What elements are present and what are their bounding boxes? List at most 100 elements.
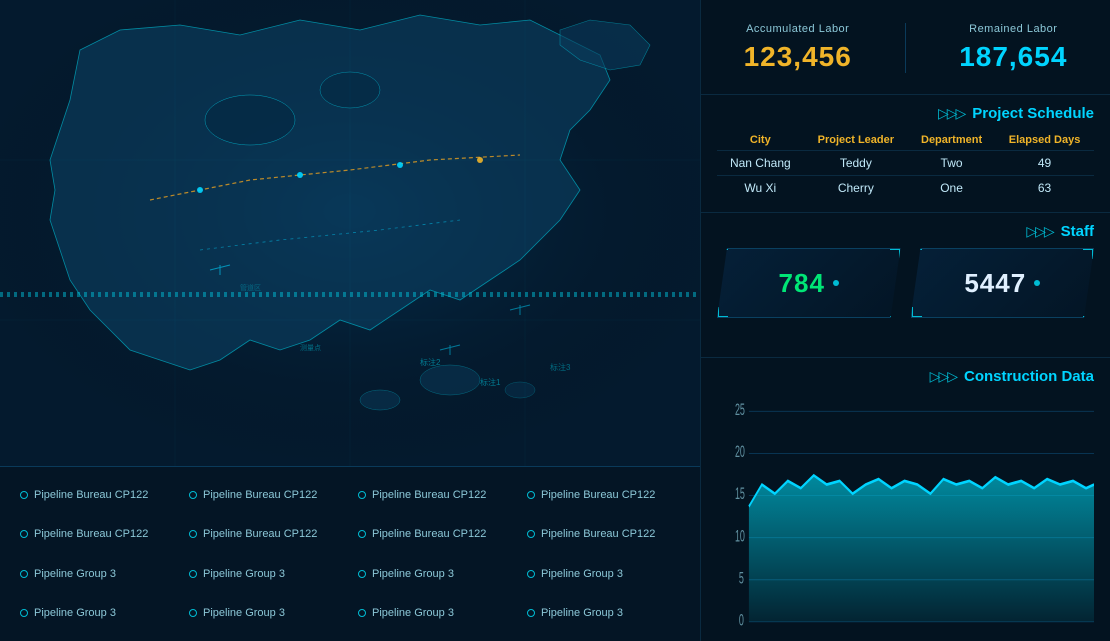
list-dot [358,570,366,578]
col-department: Department [908,130,995,151]
bottom-list-panel: Pipeline Bureau CP122 Pipeline Bureau CP… [0,466,700,641]
col-days: Elapsed Days [995,130,1094,151]
staff-title: Staff [1061,223,1094,240]
svg-text:25: 25 [735,400,745,419]
list-item: Pipeline Bureau CP122 [181,515,350,555]
list-item: Pipeline Bureau CP122 [350,475,519,515]
svg-text:0: 0 [739,611,744,630]
list-item-label: Pipeline Group 3 [34,568,116,580]
staff-arrows-icon: ▷▷▷ [1026,223,1052,240]
construction-chart: 25 20 15 10 5 0 [717,393,1094,631]
list-item: Pipeline Bureau CP122 [181,475,350,515]
schedule-table: City Project Leader Department Elapsed D… [717,130,1094,200]
list-dot [358,491,366,499]
list-item-label: Pipeline Bureau CP122 [203,489,317,501]
remained-labor-label: Remained Labor [959,23,1067,35]
accumulated-labor-label: Accumulated Labor [744,23,852,35]
list-dot [20,530,28,538]
list-item: Pipeline Bureau CP122 [350,515,519,555]
staff-section: ▷▷▷ Staff 784 5447 [701,213,1110,358]
list-dot [189,530,197,538]
schedule-title: Project Schedule [972,105,1094,122]
list-item: Pipeline Group 3 [12,594,181,634]
construction-arrows-icon: ▷▷▷ [930,368,956,385]
list-dot [189,609,197,617]
corner-br-1 [890,307,900,317]
staff-value-2: 5447 [964,268,1026,299]
list-item: Pipeline Group 3 [350,594,519,634]
list-dot [527,491,535,499]
labor-divider [905,23,906,73]
corner-tr-1 [890,249,900,259]
list-item: Pipeline Group 3 [12,554,181,594]
schedule-section: ▷▷▷ Project Schedule City Project Leader… [701,95,1110,213]
staff-dot-1 [833,280,839,286]
list-item: Pipeline Group 3 [181,594,350,634]
svg-text:5: 5 [739,568,744,587]
list-item-label: Pipeline Bureau CP122 [34,489,148,501]
list-item: Pipeline Group 3 [519,554,688,594]
list-dot [358,609,366,617]
staff-card-2-inner: 5447 [964,268,1040,299]
left-panel: 标注1 标注2 标注3 测量点 管道区 Pipeline Bureau [0,0,700,641]
schedule-row: Wu Xi Cherry One 63 [717,176,1094,201]
list-item: Pipeline Bureau CP122 [519,515,688,555]
col-city: City [717,130,804,151]
corner-tl-1 [718,249,728,259]
schedule-leader: Cherry [804,176,908,201]
staff-cards: 784 5447 [717,248,1094,318]
list-dot [527,570,535,578]
schedule-leader: Teddy [804,151,908,176]
accumulated-labor-value: 123,456 [744,41,852,73]
construction-title: Construction Data [964,368,1094,385]
list-dot [20,570,28,578]
construction-header: ▷▷▷ Construction Data [717,368,1094,385]
list-item-label: Pipeline Bureau CP122 [372,528,486,540]
list-item-label: Pipeline Group 3 [203,568,285,580]
labor-section: Accumulated Labor 123,456 Remained Labor… [701,0,1110,95]
corner-tr-2 [1083,249,1093,259]
chart-area: 25 20 15 10 5 0 [717,393,1094,631]
list-item-label: Pipeline Group 3 [372,568,454,580]
svg-text:测量点: 测量点 [300,344,321,352]
list-item: Pipeline Group 3 [350,554,519,594]
svg-text:标注2: 标注2 [420,357,441,367]
corner-bl-1 [718,307,728,317]
schedule-arrows-icon: ▷▷▷ [938,105,964,122]
list-item-label: Pipeline Group 3 [541,607,623,619]
svg-text:20: 20 [735,442,745,461]
list-dot [527,609,535,617]
col-leader: Project Leader [804,130,908,151]
list-item-label: Pipeline Bureau CP122 [541,489,655,501]
list-item-label: Pipeline Bureau CP122 [34,528,148,540]
schedule-dept: Two [908,151,995,176]
map-area: 标注1 标注2 标注3 测量点 管道区 [0,0,700,470]
list-dot [358,530,366,538]
list-item-label: Pipeline Bureau CP122 [541,528,655,540]
schedule-dept: One [908,176,995,201]
list-dot [189,491,197,499]
remained-labor-value: 187,654 [959,41,1067,73]
list-dot [20,609,28,617]
map-svg: 标注1 标注2 标注3 测量点 管道区 [0,0,700,470]
staff-card-2: 5447 [911,248,1095,318]
list-dot [189,570,197,578]
svg-text:10: 10 [735,526,745,545]
list-item: Pipeline Group 3 [519,594,688,634]
staff-header: ▷▷▷ Staff [717,223,1094,240]
map-hatch-bar [0,292,700,297]
schedule-days: 63 [995,176,1094,201]
staff-card-1-inner: 784 [779,268,839,299]
remained-labor-box: Remained Labor 187,654 [959,23,1067,73]
list-dot [527,530,535,538]
list-item: Pipeline Bureau CP122 [519,475,688,515]
list-grid: Pipeline Bureau CP122 Pipeline Bureau CP… [12,475,688,633]
list-item-label: Pipeline Group 3 [541,568,623,580]
list-item: Pipeline Bureau CP122 [12,515,181,555]
schedule-city: Wu Xi [717,176,804,201]
svg-text:15: 15 [735,484,745,503]
schedule-days: 49 [995,151,1094,176]
list-item-label: Pipeline Group 3 [34,607,116,619]
corner-br-2 [1083,307,1093,317]
schedule-row: Nan Chang Teddy Two 49 [717,151,1094,176]
